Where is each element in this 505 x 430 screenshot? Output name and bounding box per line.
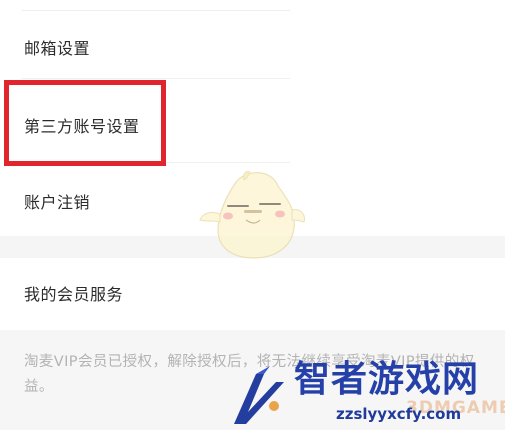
settings-item-label: 我的会员服务 (24, 285, 124, 304)
settings-item-label: 账户注销 (24, 193, 91, 212)
watermark-title: 智者游戏网 (294, 359, 480, 400)
settings-item-label: 邮箱设置 (24, 39, 91, 58)
divider (22, 10, 290, 11)
site-watermark: 智者游戏网 3DMGAME zzslyyxcfy.com (226, 358, 505, 430)
settings-screen: 邮箱设置 第三方账号设置 账户注销 我的会员服务 淘麦VIP会员已授权，解除授权… (0, 0, 505, 430)
duck-mascot-icon (199, 171, 305, 259)
watermark-url: zzslyyxcfy.com (336, 405, 462, 423)
settings-item-third-party-accounts[interactable]: 第三方账号设置 (0, 94, 505, 156)
settings-item-label: 第三方账号设置 (24, 117, 140, 136)
divider (22, 162, 290, 163)
settings-item-email[interactable]: 邮箱设置 (0, 16, 505, 78)
divider (22, 78, 290, 79)
settings-item-membership-service[interactable]: 我的会员服务 (0, 262, 505, 324)
watermark-logo-icon (234, 366, 284, 424)
